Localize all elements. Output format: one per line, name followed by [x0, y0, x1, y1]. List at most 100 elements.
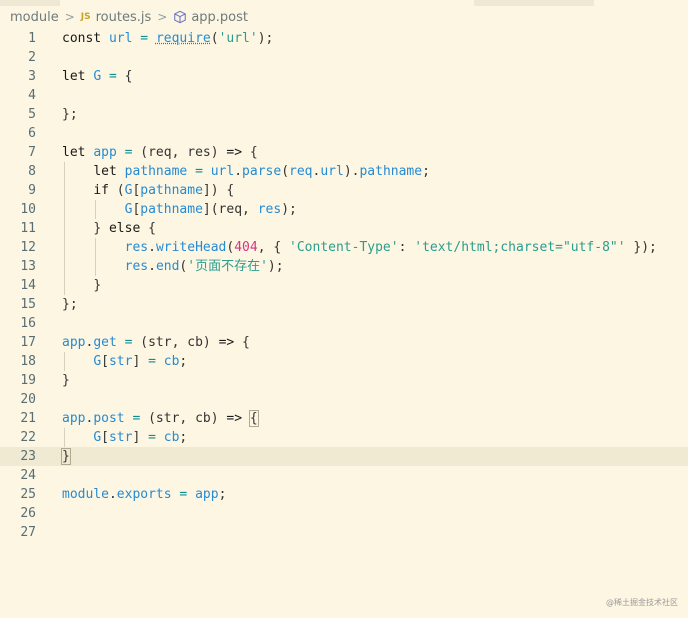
code-text[interactable]: let G = {: [62, 67, 132, 86]
code-text[interactable]: res.end('页面不存在');: [62, 257, 284, 276]
code-line[interactable]: 9 if (G[pathname]) {: [0, 181, 688, 200]
code-text[interactable]: let pathname = url.parse(req.url).pathna…: [62, 162, 430, 181]
code-token: ;: [179, 430, 188, 445]
code-token: str: [108, 354, 133, 369]
code-token: .: [234, 164, 243, 179]
code-line[interactable]: 13 res.end('页面不存在');: [0, 257, 688, 276]
code-token: 'text/html;charset="utf-8"': [414, 240, 626, 255]
code-token: url: [320, 164, 344, 179]
watermark: @稀土掘金技术社区: [606, 598, 678, 607]
code-line[interactable]: 8 let pathname = url.parse(req.url).path…: [0, 162, 688, 181]
code-text[interactable]: }: [62, 371, 70, 390]
code-line[interactable]: 23}: [0, 447, 688, 466]
code-token: url: [108, 31, 133, 46]
code-text[interactable]: }: [61, 447, 71, 466]
code-token: .: [108, 487, 117, 502]
code-text[interactable]: let app = (req, res) => {: [62, 143, 258, 162]
code-token: =: [140, 430, 164, 445]
code-line[interactable]: 18 G[str] = cb;: [0, 352, 688, 371]
code-token: };: [62, 297, 78, 312]
code-token: , {: [257, 240, 290, 255]
code-line[interactable]: 25 module.exports = app;: [0, 485, 688, 504]
code-line[interactable]: 11 } else {: [0, 219, 688, 238]
line-number: 11: [20, 221, 36, 236]
code-text[interactable]: const url = require('url');: [62, 29, 273, 48]
code-line[interactable]: 4: [0, 86, 688, 105]
line-number: 19: [20, 373, 36, 388]
code-text[interactable]: }: [62, 276, 101, 295]
code-token: {: [249, 145, 258, 160]
code-text[interactable]: if (G[pathname]) {: [62, 181, 234, 200]
code-token: res: [124, 259, 149, 274]
tab-strip-segment: [474, 0, 594, 6]
code-editor[interactable]: 1 const url = require('url'); 2 3 let G = {4…: [0, 29, 688, 542]
code-line[interactable]: 6: [0, 124, 688, 143]
code-text[interactable]: module.exports = app;: [62, 485, 226, 504]
code-token: pathname: [124, 164, 188, 179]
line-number: 10: [20, 202, 36, 217]
code-text[interactable]: app.post = (str, cb) => {: [62, 409, 259, 428]
code-text[interactable]: G[str] = cb;: [62, 428, 187, 447]
code-line[interactable]: 21 app.post = (str, cb) => {: [0, 409, 688, 428]
code-token: .: [148, 240, 156, 255]
breadcrumb-file[interactable]: routes.js: [96, 10, 152, 25]
line-number: 15: [20, 297, 36, 312]
code-line[interactable]: 3 let G = {: [0, 67, 688, 86]
code-line[interactable]: 10 G[pathname](req, res);: [0, 200, 688, 219]
chevron-right-icon: >: [64, 10, 75, 24]
code-line[interactable]: 26: [0, 504, 688, 523]
code-token: parse: [242, 164, 282, 179]
code-token: {: [148, 221, 156, 236]
code-text[interactable]: G[str] = cb;: [62, 352, 187, 371]
code-token: end: [155, 259, 180, 274]
code-token: app: [93, 145, 117, 160]
code-line[interactable]: 15};: [0, 295, 688, 314]
code-line[interactable]: 5};: [0, 105, 688, 124]
code-token: );: [257, 31, 274, 46]
code-line[interactable]: 19}: [0, 371, 688, 390]
line-number: 27: [20, 525, 36, 540]
code-token: =: [187, 164, 211, 179]
code-text[interactable]: } else {: [62, 219, 156, 238]
code-token: app: [62, 411, 86, 426]
code-token: writeHead: [155, 240, 227, 255]
code-token: {: [124, 69, 133, 84]
line-number: 3: [28, 69, 36, 84]
line-number: 9: [28, 183, 36, 198]
code-token: =: [116, 145, 141, 160]
code-line[interactable]: 16: [0, 314, 688, 333]
code-line[interactable]: 14 }: [0, 276, 688, 295]
code-token: (: [281, 164, 290, 179]
code-line[interactable]: 22 G[str] = cb;: [0, 428, 688, 447]
code-text[interactable]: res.writeHead(404, { 'Content-Type': 'te…: [62, 238, 657, 257]
symbol-method-icon: [174, 10, 187, 24]
code-text[interactable]: };: [62, 105, 78, 124]
code-token: {: [242, 335, 250, 350]
code-line[interactable]: 20: [0, 390, 688, 409]
code-text[interactable]: };: [62, 295, 78, 314]
breadcrumb-folder[interactable]: module: [10, 10, 59, 25]
line-number: 16: [20, 316, 36, 331]
code-token: ;: [422, 164, 430, 179]
code-token: =: [171, 487, 196, 502]
code-token: [: [101, 430, 109, 445]
code-line[interactable]: 12 res.writeHead(404, { 'Content-Type': …: [0, 238, 688, 257]
code-text[interactable]: app.get = (str, cb) => {: [62, 333, 250, 352]
code-token: );: [281, 202, 297, 217]
code-text[interactable]: G[pathname](req, res);: [62, 200, 297, 219]
code-line[interactable]: 24: [0, 466, 688, 485]
code-line[interactable]: 1 const url = require('url');: [0, 29, 688, 48]
code-token: 404: [234, 240, 258, 255]
code-line[interactable]: 17 app.get = (str, cb) => {: [0, 333, 688, 352]
code-line[interactable]: 27: [0, 523, 688, 542]
code-token: =>: [226, 411, 250, 426]
line-number: 26: [20, 506, 36, 521]
code-token: pathname: [140, 183, 203, 198]
breadcrumb-symbol[interactable]: app.post: [191, 10, 248, 25]
code-line[interactable]: 7 let app = (req, res) => {: [0, 143, 688, 162]
code-line[interactable]: 2: [0, 48, 688, 67]
